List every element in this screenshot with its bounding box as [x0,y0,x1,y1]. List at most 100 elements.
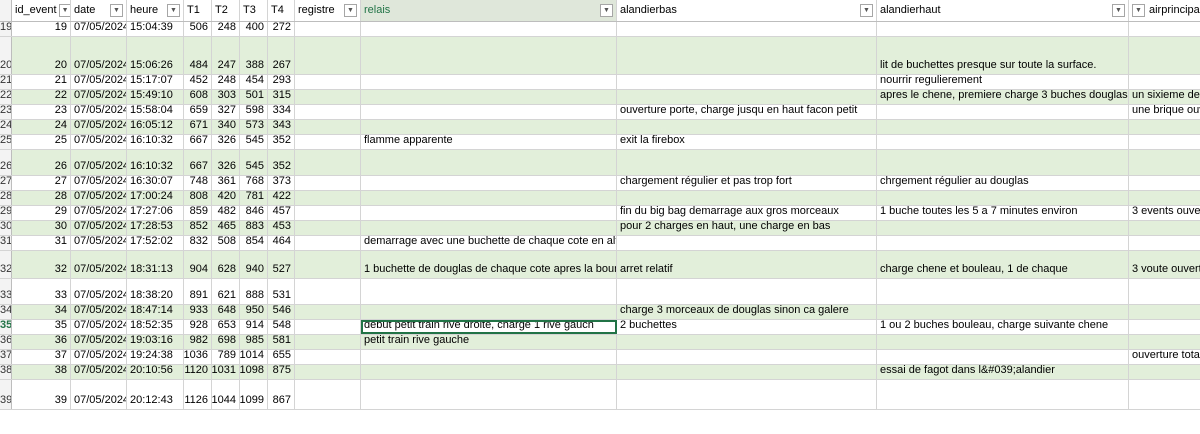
cell-airprincipal[interactable] [1129,335,1200,349]
cell-alandierhaut[interactable]: charge chene et bouleau, 1 de chaque [877,251,1129,278]
filter-dropdown-icon[interactable]: ▼ [1112,4,1125,17]
row-number[interactable]: 36 [0,335,12,349]
header-t3[interactable]: T3 [240,0,268,21]
cell-heure[interactable]: 18:47:14 [127,305,184,319]
cell-registre[interactable] [295,120,361,134]
cell-heure[interactable]: 20:10:56 [127,365,184,379]
cell-alandierbas[interactable] [617,22,877,36]
cell-t3[interactable]: 1098 [240,365,268,379]
cell-date[interactable]: 07/05/2024 [71,105,127,119]
cell-t4[interactable]: 334 [268,105,295,119]
cell-airprincipal[interactable]: ouverture totale [1129,350,1200,364]
cell-t2[interactable]: 698 [212,335,240,349]
cell-relais[interactable] [361,176,617,190]
cell-date[interactable]: 07/05/2024 [71,380,127,409]
cell-airprincipal[interactable] [1129,150,1200,175]
cell-t4[interactable]: 527 [268,251,295,278]
cell-t2[interactable]: 247 [212,37,240,74]
header-date[interactable]: date ▼ [71,0,127,21]
cell-date[interactable]: 07/05/2024 [71,221,127,235]
cell-t1[interactable]: 1126 [184,380,212,409]
cell-registre[interactable] [295,37,361,74]
cell-t4[interactable]: 655 [268,350,295,364]
row-number[interactable]: 24 [0,120,12,134]
row-number[interactable]: 20 [0,37,12,74]
cell-t2[interactable]: 628 [212,251,240,278]
cell-date[interactable]: 07/05/2024 [71,251,127,278]
cell-registre[interactable] [295,90,361,104]
cell-t3[interactable]: 573 [240,120,268,134]
cell-t1[interactable]: 484 [184,37,212,74]
cell-airprincipal[interactable]: un sixieme de tro [1129,90,1200,104]
cell-t4[interactable]: 546 [268,305,295,319]
cell-registre[interactable] [295,279,361,304]
cell-t3[interactable]: 854 [240,236,268,250]
cell-relais[interactable]: 1 buchette de douglas de chaque cote apr… [361,251,617,278]
cell-t1[interactable]: 928 [184,320,212,334]
cell-alandierhaut[interactable]: lit de buchettes presque sur toute la su… [877,37,1129,74]
cell-registre[interactable] [295,350,361,364]
cell-id-event[interactable]: 21 [12,75,71,89]
cell-date[interactable]: 07/05/2024 [71,365,127,379]
header-alandierbas[interactable]: alandierbas ▼ [617,0,877,21]
cell-heure[interactable]: 17:00:24 [127,191,184,205]
header-t2[interactable]: T2 [212,0,240,21]
cell-alandierbas[interactable]: charge 3 morceaux de douglas sinon ca ga… [617,305,877,319]
cell-heure[interactable]: 18:52:35 [127,320,184,334]
cell-alandierhaut[interactable] [877,350,1129,364]
row-number[interactable]: 33 [0,279,12,304]
cell-t3[interactable]: 781 [240,191,268,205]
cell-airprincipal[interactable] [1129,191,1200,205]
cell-alandierhaut[interactable]: nourrir regulierement [877,75,1129,89]
header-heure[interactable]: heure ▼ [127,0,184,21]
cell-t4[interactable]: 315 [268,90,295,104]
cell-alandierbas[interactable] [617,365,877,379]
cell-alandierbas[interactable] [617,75,877,89]
row-number[interactable]: 30 [0,221,12,235]
cell-registre[interactable] [295,191,361,205]
cell-t2[interactable]: 508 [212,236,240,250]
cell-t1[interactable]: 667 [184,150,212,175]
row-number[interactable]: 22 [0,90,12,104]
cell-relais[interactable]: flamme apparente [361,135,617,149]
cell-t3[interactable]: 883 [240,221,268,235]
cell-alandierhaut[interactable] [877,380,1129,409]
cell-t1[interactable]: 1036 [184,350,212,364]
cell-id-event[interactable]: 38 [12,365,71,379]
cell-id-event[interactable]: 30 [12,221,71,235]
cell-heure[interactable]: 15:17:07 [127,75,184,89]
row-number[interactable]: 26 [0,150,12,175]
cell-t3[interactable]: 888 [240,279,268,304]
header-t4[interactable]: T4 [268,0,295,21]
cell-relais[interactable] [361,90,617,104]
cell-relais[interactable]: demarrage avec une buchette de chaque co… [361,236,617,250]
cell-date[interactable]: 07/05/2024 [71,37,127,74]
row-number[interactable]: 27 [0,176,12,190]
cell-heure[interactable]: 16:30:07 [127,176,184,190]
cell-airprincipal[interactable] [1129,176,1200,190]
cell-date[interactable]: 07/05/2024 [71,135,127,149]
cell-registre[interactable] [295,335,361,349]
cell-relais[interactable] [361,365,617,379]
cell-relais[interactable] [361,75,617,89]
cell-alandierhaut[interactable]: 1 ou 2 buches bouleau, charge suivante c… [877,320,1129,334]
cell-airprincipal[interactable] [1129,305,1200,319]
cell-id-event[interactable]: 28 [12,191,71,205]
cell-date[interactable]: 07/05/2024 [71,279,127,304]
cell-heure[interactable]: 16:05:12 [127,120,184,134]
cell-date[interactable]: 07/05/2024 [71,90,127,104]
cell-date[interactable]: 07/05/2024 [71,191,127,205]
cell-id-event[interactable]: 34 [12,305,71,319]
cell-t1[interactable]: 671 [184,120,212,134]
row-number[interactable]: 28 [0,191,12,205]
cell-date[interactable]: 07/05/2024 [71,120,127,134]
filter-dropdown-icon[interactable]: ▼ [860,4,873,17]
cell-id-event[interactable]: 24 [12,120,71,134]
cell-t3[interactable]: 501 [240,90,268,104]
cell-alandierhaut[interactable]: 1 buche toutes les 5 a 7 minutes environ [877,206,1129,220]
cell-id-event[interactable]: 33 [12,279,71,304]
cell-alandierbas[interactable]: 2 buchettes [617,320,877,334]
cell-t1[interactable]: 982 [184,335,212,349]
cell-alandierhaut[interactable] [877,191,1129,205]
cell-t4[interactable]: 581 [268,335,295,349]
